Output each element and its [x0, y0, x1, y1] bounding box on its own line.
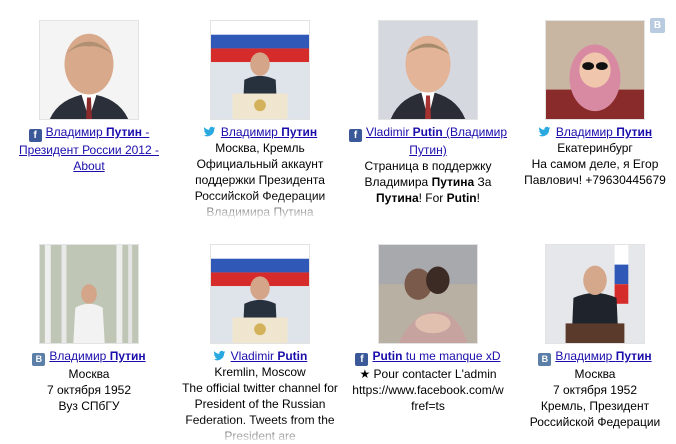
result-description: Екатеринбург На самом деле, я Егор Павло…	[524, 141, 666, 187]
result-title-line: В Владимир Путин	[510, 348, 676, 366]
result-card-1: f Владимир Путин - Президент России 2012 …	[4, 20, 174, 174]
result-title-line: Vladimir Putin	[175, 348, 345, 364]
facebook-icon: f	[28, 129, 42, 142]
profile-photo[interactable]	[210, 244, 310, 344]
vk-icon: В	[32, 353, 46, 366]
result-card-2: Владимир Путин Москва, Кремль Официальны…	[175, 20, 345, 220]
facebook-icon: f	[355, 353, 369, 366]
result-card-4: Владимир Путин Екатеринбург На самом дел…	[510, 20, 676, 188]
result-title-line: f Putin tu me manque xD	[343, 348, 513, 366]
profile-photo[interactable]	[545, 20, 645, 120]
result-title-line: f Владимир Путин - Президент России 2012 …	[4, 124, 174, 174]
profile-photo[interactable]	[378, 20, 478, 120]
result-description: Страница в поддержку Владимира Путина За…	[364, 159, 492, 205]
result-card-6: Vladimir Putin Kremlin, Moscow The offic…	[175, 244, 345, 444]
twitter-icon	[203, 125, 217, 138]
facebook-icon: f	[348, 129, 362, 142]
result-card-7: f Putin tu me manque xD ★ Pour contacter …	[343, 244, 513, 414]
twitter-icon	[213, 349, 227, 362]
profile-photo[interactable]	[39, 244, 139, 344]
result-title-line: Владимир Путин	[510, 124, 676, 140]
twitter-icon	[538, 125, 552, 138]
profile-photo[interactable]	[210, 20, 310, 120]
result-title-line: f Vladimir Putin (Владимир Путин)	[343, 124, 513, 158]
result-link[interactable]: Владимир Путин	[49, 349, 145, 363]
result-link[interactable]: Владимир Путин	[556, 125, 652, 139]
profile-photo[interactable]	[378, 244, 478, 344]
result-link[interactable]: Vladimir Putin (Владимир Путин)	[366, 125, 507, 157]
result-link[interactable]: Vladimir Putin	[231, 349, 308, 363]
result-title-line: В Владимир Путин	[4, 348, 174, 366]
result-description: ★ Pour contacter L'admin https://www.fac…	[352, 367, 504, 413]
result-link[interactable]: Владимир Путин	[555, 349, 651, 363]
result-card-5: В Владимир Путин Москва 7 октября 1952 Ву…	[4, 244, 174, 414]
result-description: Москва 7 октября 1952 Кремль, Президент …	[529, 367, 661, 429]
result-description: Kremlin, Moscow The official twitter cha…	[182, 365, 338, 443]
vk-icon: В	[538, 353, 552, 366]
result-card-8: В Владимир Путин Москва 7 октября 1952 Кр…	[510, 244, 676, 430]
result-title-line: Владимир Путин	[175, 124, 345, 140]
result-description: Москва, Кремль Официальный аккаунт подде…	[194, 141, 326, 219]
profile-photo[interactable]	[39, 20, 139, 120]
result-link[interactable]: Владимир Путин	[221, 125, 317, 139]
result-card-3: f Vladimir Putin (Владимир Путин) Страниц…	[343, 20, 513, 206]
result-link[interactable]: Putin tu me manque xD	[372, 349, 500, 363]
result-description: Москва 7 октября 1952 Вуз СПбГУ	[47, 367, 131, 413]
profile-photo[interactable]	[545, 244, 645, 344]
